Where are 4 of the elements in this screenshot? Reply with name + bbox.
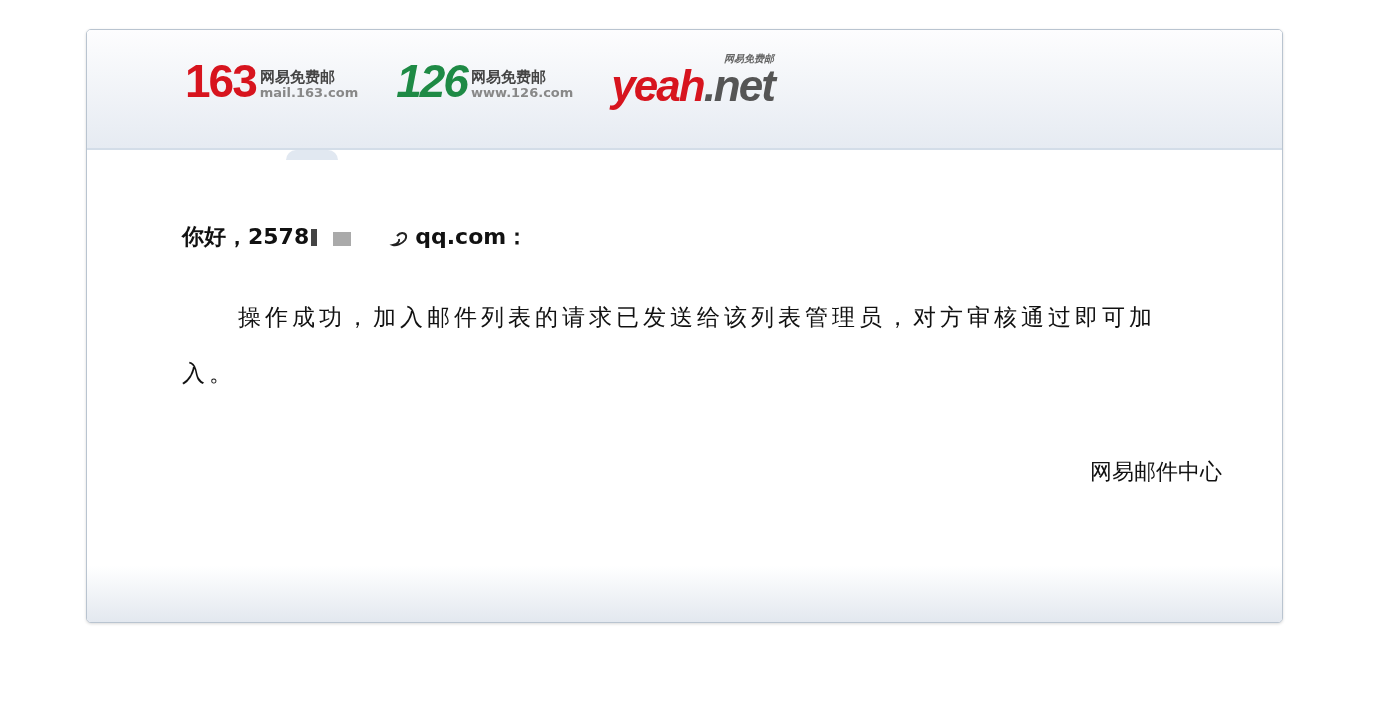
signature-text: 网易邮件中心 bbox=[1090, 459, 1222, 484]
greeting-text: 你好，2578 bbox=[182, 223, 310, 251]
message-text: 操作成功，加入邮件列表的请求已发送给该列表管理员，对方审核通过即可加入。 bbox=[182, 303, 1157, 388]
greeting-text: qq.com： bbox=[415, 223, 529, 251]
